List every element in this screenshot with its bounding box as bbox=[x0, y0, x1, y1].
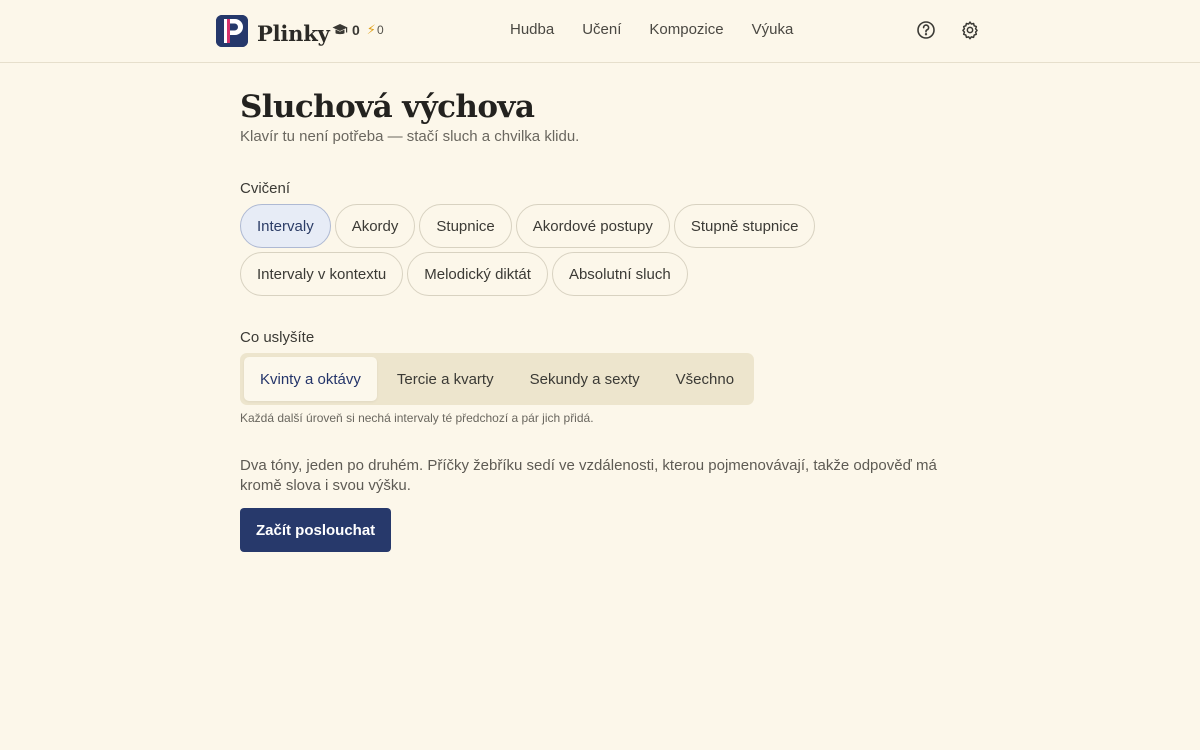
chip-intervaly-v-kontextu[interactable]: Intervaly v kontextu bbox=[240, 252, 404, 296]
chip-akordy[interactable]: Akordy bbox=[334, 204, 416, 248]
lightning-icon: ⚡ bbox=[366, 22, 376, 37]
main-nav: Hudba Učení Kompozice Výuka bbox=[510, 21, 821, 38]
gear-icon[interactable] bbox=[960, 20, 980, 40]
chip-melodicky-diktat[interactable]: Melodický diktát bbox=[407, 252, 548, 296]
help-circle-icon[interactable] bbox=[916, 20, 936, 40]
top-bar: Plinky 0 ⚡ 0 Hudba Učení Kompozice Výuka bbox=[0, 0, 1200, 63]
nav-item-vyuka[interactable]: Výuka bbox=[752, 21, 794, 38]
brand[interactable]: Plinky bbox=[216, 15, 330, 47]
logo-icon bbox=[216, 15, 248, 47]
level-label: Co uslyšíte bbox=[240, 329, 315, 346]
level-segmented-control: Kvinty a oktávy Tercie a kvarty Sekundy … bbox=[240, 353, 755, 405]
main-content: Sluchová výchova Klavír tu není potřeba … bbox=[240, 88, 960, 552]
chip-stupne-stupnice[interactable]: Stupně stupnice bbox=[673, 204, 816, 248]
page-subtitle: Klavír tu není potřeba — stačí sluch a c… bbox=[240, 128, 580, 145]
nav-item-kompozice[interactable]: Kompozice bbox=[649, 21, 723, 38]
level-sekundy-a-sexty[interactable]: Sekundy a sexty bbox=[514, 357, 656, 401]
chip-intervaly[interactable]: Intervaly bbox=[240, 204, 331, 248]
level-kvinty-a-oktavy[interactable]: Kvinty a oktávy bbox=[244, 357, 377, 401]
brand-name: Plinky bbox=[257, 20, 330, 46]
page-title: Sluchová výchova bbox=[240, 89, 535, 125]
chip-stupnice[interactable]: Stupnice bbox=[419, 204, 512, 248]
exercise-description: Dva tóny, jeden po druhém. Příčky žebřík… bbox=[240, 457, 937, 494]
energy-count: 0 bbox=[376, 23, 384, 37]
start-listening-button[interactable]: Začít poslouchat bbox=[240, 508, 392, 552]
progress-stats: 0 ⚡ 0 bbox=[332, 22, 384, 38]
exercise-label: Cvičení bbox=[240, 180, 291, 197]
nav-item-uceni[interactable]: Učení bbox=[582, 21, 621, 38]
streak-count: 0 bbox=[352, 22, 360, 38]
level-tercie-a-kvarty[interactable]: Tercie a kvarty bbox=[381, 357, 510, 401]
graduation-cap-icon bbox=[332, 23, 348, 37]
level-section: Co uslyšíte Kvinty a oktávy Tercie a kva… bbox=[240, 328, 960, 426]
exercise-section: Cvičení Intervaly Akordy Stupnice Akordo… bbox=[240, 179, 960, 300]
level-vsechno[interactable]: Všechno bbox=[660, 357, 750, 401]
chip-akordove-postupy[interactable]: Akordové postupy bbox=[515, 204, 670, 248]
chip-absolutni-sluch[interactable]: Absolutní sluch bbox=[551, 252, 688, 296]
exercise-chips: Intervaly Akordy Stupnice Akordové postu… bbox=[240, 204, 960, 300]
level-hint: Každá další úroveň si nechá intervaly té… bbox=[240, 411, 594, 425]
nav-item-hudba[interactable]: Hudba bbox=[510, 21, 554, 38]
